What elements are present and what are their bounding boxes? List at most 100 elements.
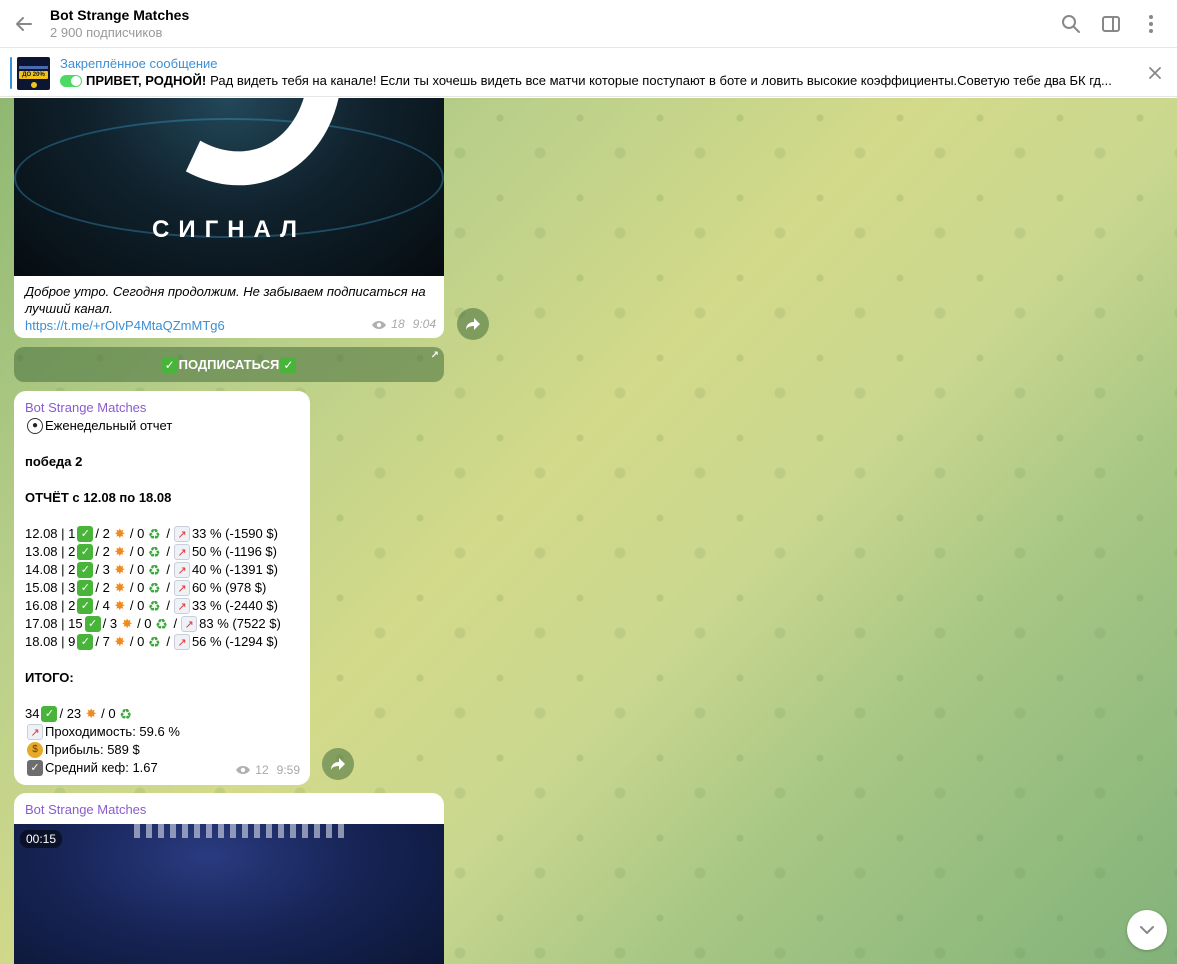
check-icon: ✓ [41, 706, 58, 722]
eye-icon [236, 766, 251, 774]
chat-header: Bot Strange Matches 2 900 подписчиков [0, 0, 1177, 48]
chart-up-icon: ↗ [173, 544, 190, 560]
check-icon: ✓ [280, 356, 297, 373]
row-date-wins: 13.08 | 2 [25, 544, 76, 559]
forward-button[interactable] [457, 308, 489, 340]
report-title: ОТЧЁТ с 12.08 по 18.08 [25, 490, 172, 505]
recycle-icon: ♻ [148, 580, 161, 596]
check-icon: ✓ [77, 598, 94, 614]
message-signal[interactable]: СИГНАЛ Доброе утро. Сегодня продолжим. Н… [14, 98, 444, 338]
row-result: 50 % (-1196 $) [191, 544, 277, 559]
row-losses: / 2 [95, 526, 110, 541]
report-row: 18.08 | 9 ✓/ 7 ✸/ 0 ♻ / ↗ 56 % (-1294 $) [25, 633, 299, 651]
profit-text: Прибыль: 589 $ [45, 742, 140, 757]
message-video[interactable]: Bot Strange Matches 00:15 [14, 793, 444, 964]
subscribe-button[interactable]: ✓ ПОДПИСАТЬСЯ ✓ ↗ [14, 347, 444, 382]
forward-button[interactable] [322, 748, 354, 780]
row-losses: / 2 [95, 544, 110, 559]
row-returns: / 0 [129, 544, 145, 559]
video-preview[interactable]: 00:15 [14, 824, 444, 964]
back-button[interactable] [0, 0, 48, 48]
recycle-icon: ♻ [148, 598, 161, 614]
row-result: 83 % (7522 $) [199, 616, 281, 631]
image-word: СИГНАЛ [152, 216, 306, 243]
report-row: 12.08 | 1 ✓/ 2 ✸/ 0 ♻ / ↗ 33 % (-1590 $) [25, 525, 299, 543]
message-meta: 12 9:59 [235, 761, 300, 779]
total-wins: 34 [25, 706, 40, 721]
report-heading: ● Еженедельный отчет [25, 417, 299, 435]
scroll-down-button[interactable] [1127, 910, 1167, 950]
subscribe-label: ПОДПИСАТЬСЯ [178, 357, 280, 372]
row-sep: / [166, 526, 170, 541]
report-row: 17.08 | 15 ✓/ 3 ✸ / 0 ♻ / ↗ 83 % (7522 $) [25, 615, 299, 633]
weekly-label: Еженедельный отчет [45, 418, 173, 433]
collision-icon: ✸ [121, 616, 133, 631]
row-sep: / [173, 616, 178, 631]
collision-icon: ✸ [114, 634, 126, 649]
row-result: 56 % (-1294 $) [191, 634, 278, 649]
collision-icon: ✸ [114, 598, 126, 613]
toggle-icon [60, 75, 82, 87]
row-result: 33 % (-2440 $) [191, 598, 278, 613]
row-sep: / [166, 562, 170, 577]
search-button[interactable] [1051, 4, 1091, 44]
channel-info[interactable]: Bot Strange Matches 2 900 подписчиков [50, 6, 189, 42]
check-icon: ✓ [77, 544, 94, 560]
chart-up-icon: ↗ [173, 562, 190, 578]
check-icon: ✓ [77, 526, 94, 542]
row-losses: / 7 [95, 634, 110, 649]
chat-area[interactable]: СИГНАЛ Доброе утро. Сегодня продолжим. Н… [0, 98, 1177, 964]
checkbox-icon: ✓ [27, 760, 43, 776]
collision-icon: ✸ [85, 706, 97, 721]
row-date-wins: 17.08 | 15 [25, 616, 83, 631]
row-losses: / 2 [95, 580, 110, 595]
message-weekly-report[interactable]: Bot Strange Matches ● Еженедельный отчет… [14, 391, 310, 785]
message-image[interactable]: СИГНАЛ [14, 98, 444, 276]
pinned-close-button[interactable] [1139, 57, 1171, 89]
recycle-icon: ♻ [148, 526, 161, 542]
share-icon [466, 318, 480, 330]
recycle-icon: ♻ [148, 562, 161, 578]
row-date-wins: 16.08 | 2 [25, 598, 76, 613]
pinned-thumb-text: ДО 20% [19, 71, 48, 79]
sidebar-toggle-button[interactable] [1091, 4, 1131, 44]
message-sender[interactable]: Bot Strange Matches [25, 400, 299, 416]
arrow-left-icon [16, 16, 32, 31]
view-count: 18 [391, 317, 405, 331]
check-icon: ✓ [161, 356, 178, 373]
avg-text: Средний кеф: 1.67 [45, 760, 158, 775]
message-sender[interactable]: Bot Strange Matches [14, 793, 444, 824]
collision-icon: ✸ [114, 526, 126, 541]
check-icon: ✓ [77, 580, 94, 596]
row-result: 40 % (-1391 $) [191, 562, 278, 577]
more-vertical-icon [1149, 15, 1153, 33]
video-duration: 00:15 [20, 830, 63, 848]
pinned-thumbnail: ДО 20% [17, 57, 50, 90]
more-button[interactable] [1131, 4, 1171, 44]
check-icon: ✓ [84, 616, 101, 632]
report-row: 13.08 | 2 ✓/ 2 ✸/ 0 ♻ / ↗ 50 % (-1196 $) [25, 543, 299, 561]
check-icon: ✓ [77, 634, 94, 650]
total-returns: / 0 [101, 706, 116, 721]
row-sep: / [166, 598, 170, 613]
pinned-message-bar[interactable]: ДО 20% Закреплённое сообщение ПРИВЕТ, РО… [0, 49, 1177, 97]
subscriber-count: 2 900 подписчиков [50, 24, 163, 40]
profit-line: $ Прибыль: 589 $ [25, 741, 299, 759]
message-caption: Доброе утро. Сегодня продолжим. Не забыв… [14, 276, 444, 338]
chart-up-icon: ↗ [173, 598, 190, 614]
row-returns: / 0 [129, 562, 145, 577]
chevron-down-icon [1140, 926, 1154, 934]
row-returns: / 0 [129, 598, 145, 613]
pinned-body-text: Рад видеть тебя на канале! Если ты хочеш… [210, 73, 1112, 88]
chart-up-icon: ↗ [173, 580, 190, 596]
channel-title: Bot Strange Matches [50, 6, 190, 23]
sidebar-icon [1102, 16, 1120, 32]
chart-up-icon: ↗ [27, 724, 43, 740]
pinned-label: Закреплённое сообщение [60, 56, 218, 71]
recycle-icon: ♻ [148, 544, 161, 560]
row-losses: / 4 [95, 598, 110, 613]
row-returns: / 0 [129, 526, 145, 541]
row-returns: / 0 [129, 634, 145, 649]
row-sep: / [166, 634, 170, 649]
pinned-accent [10, 57, 12, 89]
